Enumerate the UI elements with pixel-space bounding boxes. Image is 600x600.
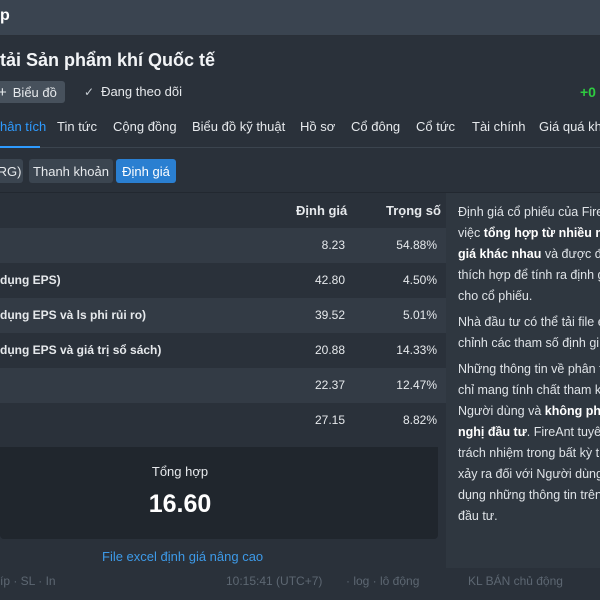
summary-card: Tổng hợp 16.60 [0, 447, 438, 539]
info-line: chỉnh các tham số định gi [458, 336, 600, 350]
row-value: 42.80 [314, 273, 345, 287]
info-line: dụng những thông tin trên [458, 488, 600, 502]
check-icon: ✓ [84, 84, 95, 99]
summary-value: 16.60 [148, 490, 212, 518]
info-line: Người dùng và không phả [458, 404, 600, 418]
chart-button[interactable]: + Biểu đồ [0, 81, 65, 103]
col-header-value: Định giá [296, 203, 348, 218]
info-line: xảy ra đối với Người dùng [458, 467, 600, 481]
tab-shareholders[interactable]: Cổ đông [351, 119, 400, 134]
row-weight: 4.50% [402, 273, 437, 287]
info-panel: Định giá cổ phiếu của Fire việc tổng hợp… [446, 193, 600, 573]
table-row: 27.15 8.82% [0, 403, 446, 438]
row-weight: 54.88% [396, 238, 437, 252]
tab-news[interactable]: Tin tức [57, 119, 97, 134]
table-row: 8.23 54.88% [0, 228, 446, 263]
row-method: dụng EPS) [0, 273, 61, 287]
info-line: đầu tư. [458, 509, 498, 523]
info-line: chỉ mang tính chất tham k [458, 383, 600, 397]
table-row: dụng EPS và ls phi rủi ro) 39.52 5.01% [0, 298, 446, 333]
table-row: 22.37 12.47% [0, 368, 446, 403]
info-line: Định giá cổ phiếu của Fire [458, 205, 600, 219]
bottom-text: · log · lô động [346, 574, 420, 588]
valuation-table: Định giá Trọng số 8.23 54.88% dụng EPS) … [0, 193, 446, 447]
table-row: dụng EPS) 42.80 4.50% [0, 263, 446, 298]
row-weight: 12.47% [396, 378, 437, 392]
tab-community[interactable]: Cộng đồng [113, 119, 177, 134]
row-value: 20.88 [314, 343, 345, 357]
bottom-text: KL BÁN chủ động [468, 574, 563, 588]
excel-valuation-link[interactable]: File excel định giá nâng cao [102, 549, 263, 564]
info-line: Nhà đầu tư có thể tải file e [458, 315, 600, 329]
price-change: +0 [580, 84, 596, 100]
info-line: nghị đầu tư. FireAnt tuyê [458, 425, 600, 439]
top-bar: p [0, 0, 600, 36]
follow-label: Đang theo dõi [101, 84, 183, 99]
summary-label: Tổng hợp [151, 464, 209, 479]
tab-dividends[interactable]: Cổ tức [416, 119, 455, 134]
row-value: 39.52 [314, 308, 345, 322]
plus-icon: + [0, 83, 7, 101]
tab-price-history[interactable]: Giá quá khứ [539, 119, 600, 134]
info-line: trách nhiệm trong bất kỳ t [458, 446, 600, 460]
row-value: 22.37 [314, 378, 345, 392]
chip-valuation[interactable]: Định giá [116, 159, 176, 183]
info-line: Những thông tin về phân t [458, 362, 600, 376]
info-line: việc tổng hợp từ nhiều m [458, 226, 600, 240]
active-tab-indicator [0, 146, 40, 148]
bottom-strip: íp · SL · In 10:15:41 (UTC+7) · log · lô… [0, 568, 600, 600]
col-header-weight: Trọng số [386, 203, 441, 218]
row-value: 27.15 [314, 413, 345, 427]
chip-rg[interactable]: RG) [0, 159, 23, 183]
app-logo[interactable]: p [0, 7, 10, 25]
tab-financials[interactable]: Tài chính [472, 119, 525, 134]
chart-button-label: Biểu đồ [12, 84, 57, 100]
row-weight: 8.82% [402, 413, 437, 427]
bottom-text: íp · SL · In [0, 574, 56, 588]
row-method: dụng EPS và giá trị sổ sách) [0, 343, 162, 357]
row-weight: 5.01% [402, 308, 437, 322]
info-line: giá khác nhau và được đ [458, 247, 600, 261]
info-line: thích hợp để tính ra định g [458, 268, 600, 282]
tab-technical-chart[interactable]: Biểu đồ kỹ thuật [192, 119, 285, 134]
row-value: 8.23 [321, 238, 345, 252]
chip-liquidity[interactable]: Thanh khoản [29, 159, 113, 183]
follow-toggle[interactable]: ✓ Đang theo dõi [84, 84, 182, 99]
tab-analysis[interactable]: hân tích [0, 119, 46, 134]
row-method: dụng EPS và ls phi rủi ro) [0, 308, 147, 322]
company-title: tải Sản phẩm khí Quốc tế [0, 50, 216, 70]
table-row: dụng EPS và giá trị sổ sách) 20.88 14.33… [0, 333, 446, 368]
info-line: cho cổ phiếu. [458, 289, 533, 303]
bottom-time: 10:15:41 (UTC+7) [226, 574, 323, 588]
row-weight: 14.33% [396, 343, 437, 357]
main-tabs: hân tích Tin tức Cộng đồng Biểu đồ kỹ th… [0, 110, 600, 148]
tab-profile[interactable]: Hồ sơ [300, 119, 335, 134]
